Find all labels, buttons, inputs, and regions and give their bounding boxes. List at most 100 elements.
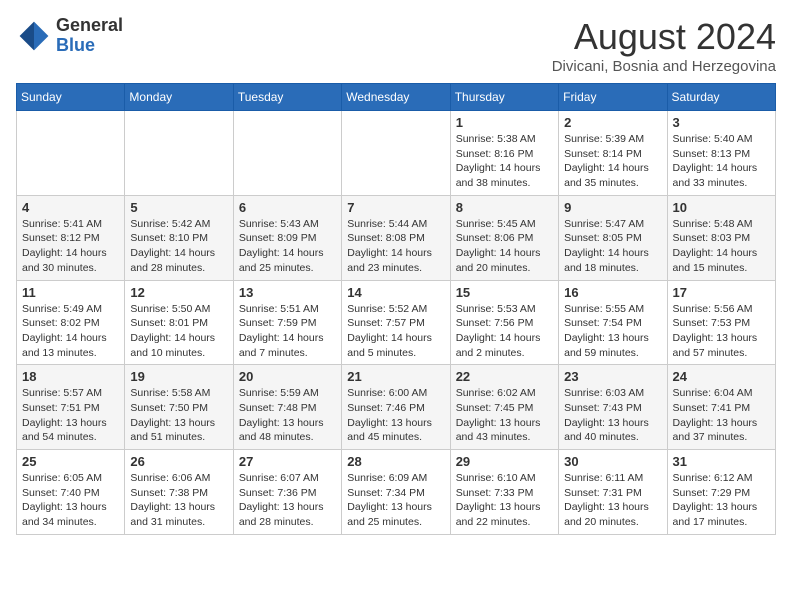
calendar-cell: 24 Sunrise: 6:04 AM Sunset: 7:41 PM Dayli… bbox=[667, 365, 775, 450]
day-info: Sunrise: 5:43 AM Sunset: 8:09 PM Dayligh… bbox=[239, 217, 336, 276]
day-number: 20 bbox=[239, 369, 336, 384]
day-number: 14 bbox=[347, 285, 444, 300]
logo-text: General Blue bbox=[56, 16, 123, 56]
day-number: 25 bbox=[22, 454, 119, 469]
week-row-2: 4Sunrise: 5:41 AM Sunset: 8:12 PM Daylig… bbox=[17, 195, 776, 280]
header-day-saturday: Saturday bbox=[667, 84, 775, 111]
week-row-3: 11 Sunrise: 5:49 AM Sunset: 8:02 PM Dayli… bbox=[17, 280, 776, 365]
day-number: 12 bbox=[130, 285, 227, 300]
day-number: 24 bbox=[673, 369, 770, 384]
calendar-cell: 7Sunrise: 5:44 AM Sunset: 8:08 PM Daylig… bbox=[342, 195, 450, 280]
day-info: Sunrise: 6:07 AM Sunset: 7:36 PM Dayligh… bbox=[239, 471, 336, 530]
day-number: 8 bbox=[456, 200, 553, 215]
calendar-header: SundayMondayTuesdayWednesdayThursdayFrid… bbox=[17, 84, 776, 111]
day-number: 3 bbox=[673, 115, 770, 130]
calendar-cell: 16Sunrise: 5:55 AM Sunset: 7:54 PM Dayli… bbox=[559, 280, 667, 365]
calendar-cell: 9 Sunrise: 5:47 AM Sunset: 8:05 PM Daylig… bbox=[559, 195, 667, 280]
day-info: Sunrise: 5:44 AM Sunset: 8:08 PM Dayligh… bbox=[347, 217, 444, 276]
header-day-tuesday: Tuesday bbox=[233, 84, 341, 111]
day-info: Sunrise: 6:12 AM Sunset: 7:29 PM Dayligh… bbox=[673, 471, 770, 530]
day-info: Sunrise: 5:48 AM Sunset: 8:03 PM Dayligh… bbox=[673, 217, 770, 276]
calendar-cell: 30Sunrise: 6:11 AM Sunset: 7:31 PM Dayli… bbox=[559, 450, 667, 535]
header-row: SundayMondayTuesdayWednesdayThursdayFrid… bbox=[17, 84, 776, 111]
logo-icon bbox=[16, 18, 52, 54]
day-info: Sunrise: 6:05 AM Sunset: 7:40 PM Dayligh… bbox=[22, 471, 119, 530]
day-number: 10 bbox=[673, 200, 770, 215]
day-info: Sunrise: 5:52 AM Sunset: 7:57 PM Dayligh… bbox=[347, 302, 444, 361]
logo: General Blue bbox=[16, 16, 123, 56]
day-info: Sunrise: 6:10 AM Sunset: 7:33 PM Dayligh… bbox=[456, 471, 553, 530]
day-number: 21 bbox=[347, 369, 444, 384]
day-info: Sunrise: 5:58 AM Sunset: 7:50 PM Dayligh… bbox=[130, 386, 227, 445]
calendar-cell: 27Sunrise: 6:07 AM Sunset: 7:36 PM Dayli… bbox=[233, 450, 341, 535]
calendar-cell: 5 Sunrise: 5:42 AM Sunset: 8:10 PM Daylig… bbox=[125, 195, 233, 280]
day-number: 17 bbox=[673, 285, 770, 300]
calendar-cell: 14 Sunrise: 5:52 AM Sunset: 7:57 PM Dayli… bbox=[342, 280, 450, 365]
calendar-cell: 4Sunrise: 5:41 AM Sunset: 8:12 PM Daylig… bbox=[17, 195, 125, 280]
calendar-cell: 25 Sunrise: 6:05 AM Sunset: 7:40 PM Dayli… bbox=[17, 450, 125, 535]
day-info: Sunrise: 5:51 AM Sunset: 7:59 PM Dayligh… bbox=[239, 302, 336, 361]
day-number: 29 bbox=[456, 454, 553, 469]
day-info: Sunrise: 6:00 AM Sunset: 7:46 PM Dayligh… bbox=[347, 386, 444, 445]
calendar-cell: 26Sunrise: 6:06 AM Sunset: 7:38 PM Dayli… bbox=[125, 450, 233, 535]
header-day-friday: Friday bbox=[559, 84, 667, 111]
day-info: Sunrise: 5:42 AM Sunset: 8:10 PM Dayligh… bbox=[130, 217, 227, 276]
day-info: Sunrise: 6:03 AM Sunset: 7:43 PM Dayligh… bbox=[564, 386, 661, 445]
month-year-title: August 2024 bbox=[552, 16, 776, 58]
calendar-cell: 22 Sunrise: 6:02 AM Sunset: 7:45 PM Dayli… bbox=[450, 365, 558, 450]
day-number: 13 bbox=[239, 285, 336, 300]
day-info: Sunrise: 5:38 AM Sunset: 8:16 PM Dayligh… bbox=[456, 132, 553, 191]
header-day-sunday: Sunday bbox=[17, 84, 125, 111]
calendar-cell: 3Sunrise: 5:40 AM Sunset: 8:13 PM Daylig… bbox=[667, 111, 775, 196]
day-number: 23 bbox=[564, 369, 661, 384]
day-number: 15 bbox=[456, 285, 553, 300]
day-number: 28 bbox=[347, 454, 444, 469]
day-number: 30 bbox=[564, 454, 661, 469]
day-number: 6 bbox=[239, 200, 336, 215]
calendar-cell bbox=[342, 111, 450, 196]
day-info: Sunrise: 5:59 AM Sunset: 7:48 PM Dayligh… bbox=[239, 386, 336, 445]
calendar-cell: 31Sunrise: 6:12 AM Sunset: 7:29 PM Dayli… bbox=[667, 450, 775, 535]
location-subtitle: Divicani, Bosnia and Herzegovina bbox=[552, 58, 776, 75]
day-info: Sunrise: 6:02 AM Sunset: 7:45 PM Dayligh… bbox=[456, 386, 553, 445]
calendar-cell: 19 Sunrise: 5:58 AM Sunset: 7:50 PM Dayli… bbox=[125, 365, 233, 450]
day-info: Sunrise: 5:41 AM Sunset: 8:12 PM Dayligh… bbox=[22, 217, 119, 276]
calendar-cell: 21 Sunrise: 6:00 AM Sunset: 7:46 PM Dayli… bbox=[342, 365, 450, 450]
day-number: 22 bbox=[456, 369, 553, 384]
day-number: 2 bbox=[564, 115, 661, 130]
day-number: 26 bbox=[130, 454, 227, 469]
header-day-thursday: Thursday bbox=[450, 84, 558, 111]
calendar-cell: 23 Sunrise: 6:03 AM Sunset: 7:43 PM Dayli… bbox=[559, 365, 667, 450]
header-day-wednesday: Wednesday bbox=[342, 84, 450, 111]
calendar-cell: 1Sunrise: 5:38 AM Sunset: 8:16 PM Daylig… bbox=[450, 111, 558, 196]
day-info: Sunrise: 5:45 AM Sunset: 8:06 PM Dayligh… bbox=[456, 217, 553, 276]
day-info: Sunrise: 5:57 AM Sunset: 7:51 PM Dayligh… bbox=[22, 386, 119, 445]
calendar-cell bbox=[233, 111, 341, 196]
calendar-cell: 6 Sunrise: 5:43 AM Sunset: 8:09 PM Daylig… bbox=[233, 195, 341, 280]
calendar-cell bbox=[17, 111, 125, 196]
week-row-1: 1Sunrise: 5:38 AM Sunset: 8:16 PM Daylig… bbox=[17, 111, 776, 196]
calendar-body: 1Sunrise: 5:38 AM Sunset: 8:16 PM Daylig… bbox=[17, 111, 776, 535]
day-info: Sunrise: 5:39 AM Sunset: 8:14 PM Dayligh… bbox=[564, 132, 661, 191]
logo-blue: Blue bbox=[56, 36, 123, 56]
day-number: 11 bbox=[22, 285, 119, 300]
header-day-monday: Monday bbox=[125, 84, 233, 111]
page-header: General Blue August 2024 Divicani, Bosni… bbox=[16, 16, 776, 75]
calendar-cell: 18Sunrise: 5:57 AM Sunset: 7:51 PM Dayli… bbox=[17, 365, 125, 450]
day-info: Sunrise: 5:47 AM Sunset: 8:05 PM Dayligh… bbox=[564, 217, 661, 276]
day-info: Sunrise: 5:56 AM Sunset: 7:53 PM Dayligh… bbox=[673, 302, 770, 361]
calendar-cell: 12Sunrise: 5:50 AM Sunset: 8:01 PM Dayli… bbox=[125, 280, 233, 365]
day-number: 5 bbox=[130, 200, 227, 215]
week-row-4: 18Sunrise: 5:57 AM Sunset: 7:51 PM Dayli… bbox=[17, 365, 776, 450]
calendar-cell: 11 Sunrise: 5:49 AM Sunset: 8:02 PM Dayli… bbox=[17, 280, 125, 365]
day-number: 19 bbox=[130, 369, 227, 384]
day-info: Sunrise: 6:04 AM Sunset: 7:41 PM Dayligh… bbox=[673, 386, 770, 445]
calendar-cell: 2 Sunrise: 5:39 AM Sunset: 8:14 PM Daylig… bbox=[559, 111, 667, 196]
calendar-cell: 10 Sunrise: 5:48 AM Sunset: 8:03 PM Dayli… bbox=[667, 195, 775, 280]
week-row-5: 25 Sunrise: 6:05 AM Sunset: 7:40 PM Dayli… bbox=[17, 450, 776, 535]
calendar-table: SundayMondayTuesdayWednesdayThursdayFrid… bbox=[16, 83, 776, 535]
calendar-cell: 17 Sunrise: 5:56 AM Sunset: 7:53 PM Dayli… bbox=[667, 280, 775, 365]
day-info: Sunrise: 5:49 AM Sunset: 8:02 PM Dayligh… bbox=[22, 302, 119, 361]
calendar-cell: 29 Sunrise: 6:10 AM Sunset: 7:33 PM Dayli… bbox=[450, 450, 558, 535]
day-number: 9 bbox=[564, 200, 661, 215]
